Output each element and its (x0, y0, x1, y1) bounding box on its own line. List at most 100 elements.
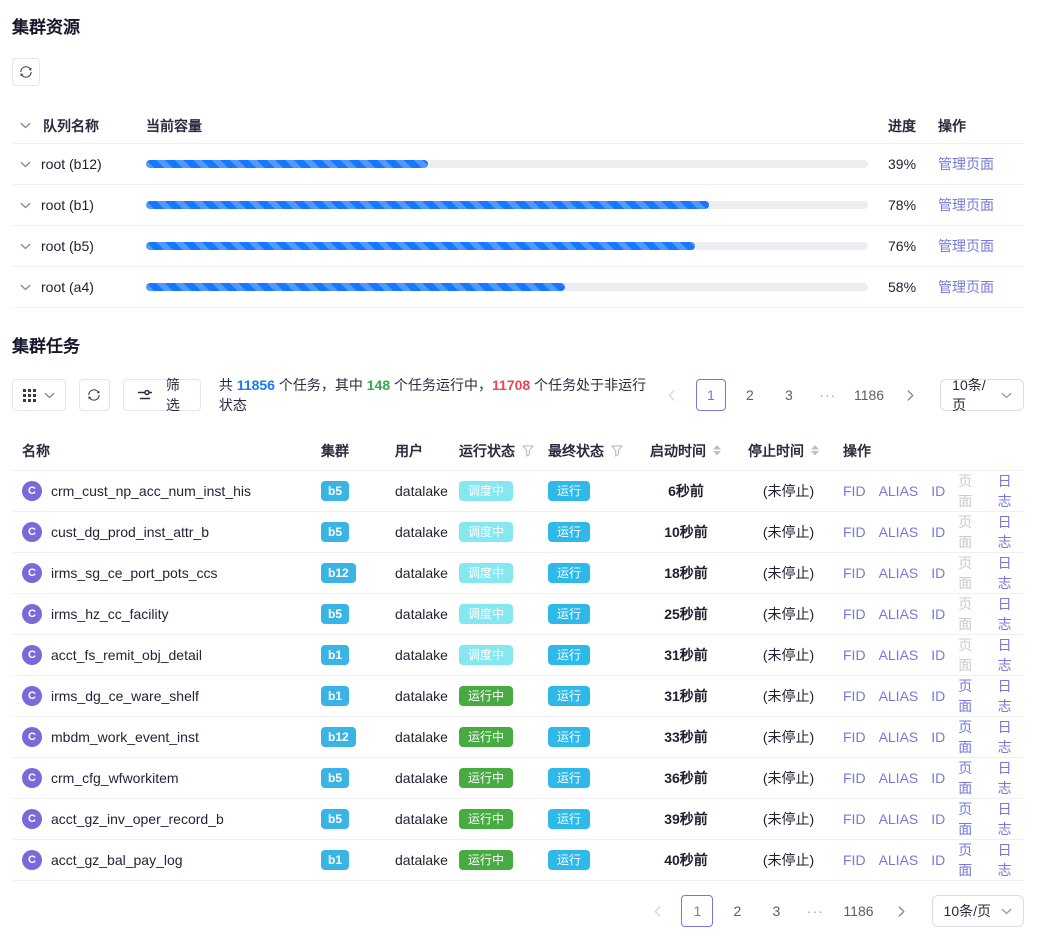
id-link[interactable]: ID (931, 770, 945, 786)
chevron-down-icon[interactable] (20, 284, 31, 291)
page-jump-ellipsis[interactable]: ··· (800, 896, 830, 926)
run-status-filter-icon[interactable] (522, 445, 534, 457)
page-button-2[interactable]: 2 (735, 380, 765, 410)
id-link[interactable]: ID (931, 729, 945, 745)
id-link[interactable]: ID (931, 483, 945, 499)
page-link[interactable]: 页面 (958, 799, 984, 839)
alias-link[interactable]: ALIAS (879, 811, 919, 827)
alias-link[interactable]: ALIAS (879, 688, 919, 704)
run-status-badge: 运行中 (459, 809, 513, 829)
page-link[interactable]: 页面 (958, 717, 984, 757)
manage-page-link[interactable]: 管理页面 (938, 238, 994, 254)
page-link[interactable]: 页面 (958, 553, 984, 593)
page-button-3[interactable]: 3 (761, 896, 791, 926)
page-button-last[interactable]: 1186 (839, 896, 877, 926)
fid-link[interactable]: FID (843, 852, 866, 868)
page-button-1[interactable]: 1 (681, 895, 713, 927)
chevron-down-icon[interactable] (20, 202, 31, 209)
run-status-badge: 调度中 (459, 563, 513, 583)
id-link[interactable]: ID (931, 811, 945, 827)
page-link[interactable]: 页面 (958, 471, 984, 511)
log-link[interactable]: 日志 (998, 471, 1024, 511)
alias-link[interactable]: ALIAS (879, 770, 919, 786)
prev-page-button[interactable] (642, 896, 672, 926)
tasks-title: 集群任务 (12, 332, 1024, 357)
fid-link[interactable]: FID (843, 483, 866, 499)
filter-button[interactable]: 筛选 (123, 379, 201, 411)
task-row: Cacct_gz_inv_oper_record_b b5 datalake 运… (12, 799, 1024, 840)
final-status-badge: 运行 (548, 768, 590, 788)
page-link[interactable]: 页面 (958, 635, 984, 675)
page-size-select[interactable]: 10条/页 (940, 379, 1024, 411)
alias-link[interactable]: ALIAS (879, 647, 919, 663)
next-page-button[interactable] (895, 380, 925, 410)
log-link[interactable]: 日志 (998, 635, 1024, 675)
queue-name: root (a4) (41, 279, 94, 295)
fid-link[interactable]: FID (843, 565, 866, 581)
resources-refresh-button[interactable] (12, 58, 40, 86)
id-link[interactable]: ID (931, 852, 945, 868)
page-button-2[interactable]: 2 (722, 896, 752, 926)
id-link[interactable]: ID (931, 524, 945, 540)
tasks-table-header: 名称 集群 用户 运行状态 最终状态 启动时间 停止时间 操作 (12, 431, 1024, 471)
tasks-refresh-button[interactable] (79, 379, 110, 411)
page-size-value: 10条/页 (952, 375, 991, 415)
chevron-down-icon[interactable] (20, 161, 31, 168)
id-link[interactable]: ID (931, 565, 945, 581)
page-link[interactable]: 页面 (958, 594, 984, 634)
alias-link[interactable]: ALIAS (879, 729, 919, 745)
fid-link[interactable]: FID (843, 647, 866, 663)
log-link[interactable]: 日志 (998, 840, 1024, 880)
start-time-sorter-icon[interactable] (713, 445, 721, 456)
id-link[interactable]: ID (931, 606, 945, 622)
chevron-down-icon[interactable] (20, 243, 31, 250)
fid-link[interactable]: FID (843, 606, 866, 622)
fid-link[interactable]: FID (843, 524, 866, 540)
page-button-3[interactable]: 3 (774, 380, 804, 410)
prev-page-button[interactable] (657, 380, 687, 410)
column-settings-button[interactable] (12, 379, 66, 411)
page-button-last[interactable]: 1186 (852, 380, 886, 410)
next-page-button[interactable] (887, 896, 917, 926)
page-link[interactable]: 页面 (958, 758, 984, 798)
alias-link[interactable]: ALIAS (879, 483, 919, 499)
page-size-select[interactable]: 10条/页 (932, 895, 1024, 927)
fid-link[interactable]: FID (843, 770, 866, 786)
log-link[interactable]: 日志 (998, 512, 1024, 552)
fid-link[interactable]: FID (843, 811, 866, 827)
alias-link[interactable]: ALIAS (879, 606, 919, 622)
task-user: datalake (395, 483, 459, 499)
log-link[interactable]: 日志 (998, 676, 1024, 716)
stop-time: (未停止) (748, 768, 843, 788)
stop-time: (未停止) (748, 522, 843, 542)
alias-link[interactable]: ALIAS (879, 852, 919, 868)
final-status-filter-icon[interactable] (611, 445, 623, 457)
log-link[interactable]: 日志 (998, 553, 1024, 593)
cluster-badge: b5 (321, 481, 349, 501)
id-link[interactable]: ID (931, 688, 945, 704)
page-button-1[interactable]: 1 (696, 379, 726, 411)
col-header-capacity: 当前容量 (146, 116, 202, 136)
alias-link[interactable]: ALIAS (879, 524, 919, 540)
manage-page-link[interactable]: 管理页面 (938, 156, 994, 172)
id-link[interactable]: ID (931, 647, 945, 663)
log-link[interactable]: 日志 (998, 717, 1024, 757)
expand-all-chevron-icon[interactable] (20, 122, 31, 129)
alias-link[interactable]: ALIAS (879, 565, 919, 581)
manage-page-link[interactable]: 管理页面 (938, 197, 994, 213)
page-link[interactable]: 页面 (958, 840, 984, 880)
manage-page-link[interactable]: 管理页面 (938, 279, 994, 295)
task-name: crm_cfg_wfworkitem (51, 770, 179, 786)
chevron-down-icon (44, 392, 55, 399)
page-jump-ellipsis[interactable]: ··· (813, 380, 843, 410)
stop-time-sorter-icon[interactable] (811, 445, 819, 456)
log-link[interactable]: 日志 (998, 758, 1024, 798)
log-link[interactable]: 日志 (998, 594, 1024, 634)
log-link[interactable]: 日志 (998, 799, 1024, 839)
fid-link[interactable]: FID (843, 688, 866, 704)
start-time: 39秒前 (650, 809, 748, 829)
page-link[interactable]: 页面 (958, 676, 984, 716)
page-link[interactable]: 页面 (958, 512, 984, 552)
task-row: Cacct_gz_bal_pay_log b1 datalake 运行中 运行 … (12, 840, 1024, 881)
fid-link[interactable]: FID (843, 729, 866, 745)
